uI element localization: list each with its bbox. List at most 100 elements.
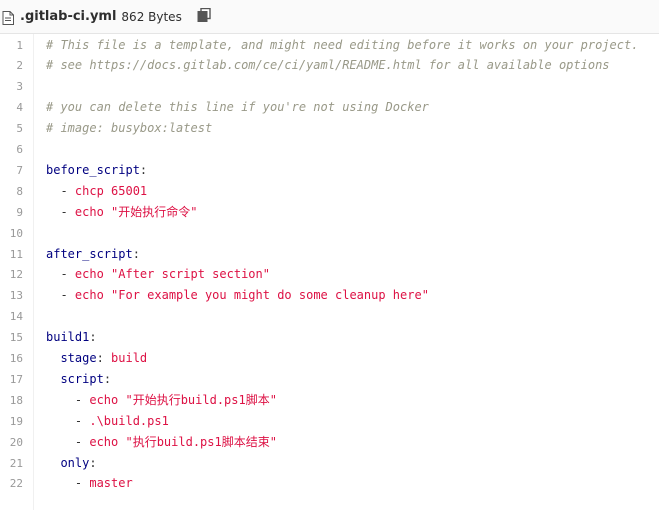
line-content: - echo "开始执行命令" xyxy=(46,202,197,223)
line-number[interactable]: 20 xyxy=(0,432,23,453)
line-content: - .\build.ps1 xyxy=(46,411,169,432)
line-content: only: xyxy=(46,453,97,474)
yaml-colon: : xyxy=(89,330,97,345)
line-number[interactable]: 17 xyxy=(0,369,23,390)
line-number[interactable]: 6 xyxy=(0,139,23,160)
line-number[interactable]: 12 xyxy=(0,264,23,285)
list-dash: - xyxy=(60,183,75,198)
code-line: 6 xyxy=(0,139,659,160)
line-number[interactable]: 3 xyxy=(0,76,23,97)
yaml-key: script xyxy=(60,371,104,386)
code-comment: # you can delete this line if you're not… xyxy=(46,100,429,115)
line-content: - echo "For example you might do some cl… xyxy=(46,285,429,306)
line-content: build1: xyxy=(46,327,97,348)
line-number[interactable]: 22 xyxy=(0,473,23,494)
code-line: 17 script: xyxy=(0,369,659,390)
line-number[interactable]: 15 xyxy=(0,327,23,348)
yaml-colon: : xyxy=(139,162,148,177)
yaml-value: build xyxy=(111,351,148,365)
file-size: 862 Bytes xyxy=(121,9,182,24)
code-line: 10 xyxy=(0,223,659,244)
code-line: 2 # see https://docs.gitlab.com/ce/ci/yam… xyxy=(0,55,659,76)
line-content: - echo "After script section" xyxy=(46,264,270,285)
line-number[interactable]: 9 xyxy=(0,202,23,223)
code-line: 18 - echo "开始执行build.ps1脚本" xyxy=(0,390,659,411)
code-line: 8 - chcp 65001 xyxy=(0,181,659,202)
line-content: # see https://docs.gitlab.com/ce/ci/yaml… xyxy=(46,55,610,76)
line-number[interactable]: 19 xyxy=(0,411,23,432)
code-line: 5 # image: busybox:latest xyxy=(0,118,659,139)
line-content: # This file is a template, and might nee… xyxy=(46,35,638,56)
code-line: 7 before_script: xyxy=(0,160,659,181)
code-line: 19 - .\build.ps1 xyxy=(0,411,659,432)
code-viewer[interactable]: 1 # This file is a template, and might ne… xyxy=(0,34,659,510)
copy-file-path-button[interactable] xyxy=(196,7,212,26)
yaml-key: only xyxy=(60,455,90,470)
line-number[interactable]: 7 xyxy=(0,160,23,181)
yaml-value: echo "执行build.ps1脚本结束" xyxy=(89,434,277,449)
line-content: after_script: xyxy=(46,244,140,265)
line-number[interactable]: 8 xyxy=(0,181,23,202)
line-number[interactable]: 11 xyxy=(0,244,23,265)
yaml-key: before_script xyxy=(46,162,140,177)
line-content: stage: build xyxy=(46,348,147,369)
code-comment: # see https://docs.gitlab.com/ce/ci/yaml… xyxy=(46,58,610,73)
code-line: 12 - echo "After script section" xyxy=(0,264,659,285)
line-content: - echo "执行build.ps1脚本结束" xyxy=(46,432,277,453)
code-comment: # This file is a template, and might nee… xyxy=(46,37,639,52)
line-number[interactable]: 21 xyxy=(0,453,23,474)
yaml-value: echo "For example you might do some clea… xyxy=(74,288,429,303)
yaml-colon: : xyxy=(96,351,112,365)
yaml-value: chcp 65001 xyxy=(74,183,148,198)
line-number[interactable]: 16 xyxy=(0,348,23,369)
file-icon xyxy=(2,10,14,25)
code-line: 13 - echo "For example you might do some… xyxy=(0,285,659,306)
yaml-colon: : xyxy=(103,371,112,386)
yaml-colon: : xyxy=(89,455,97,470)
list-dash: - xyxy=(74,413,90,428)
yaml-key: after_script xyxy=(46,246,133,261)
yaml-colon: : xyxy=(132,246,140,261)
line-number[interactable]: 1 xyxy=(0,35,23,56)
line-number[interactable]: 5 xyxy=(0,118,23,139)
code-line: 15 build1: xyxy=(0,327,659,348)
line-number[interactable]: 14 xyxy=(0,306,23,327)
yaml-value: echo "After script section" xyxy=(74,267,270,282)
yaml-value: master xyxy=(89,476,133,491)
line-content: - echo "开始执行build.ps1脚本" xyxy=(46,390,277,411)
code-line: 11 after_script: xyxy=(0,244,659,265)
file-name[interactable]: .gitlab-ci.yml xyxy=(20,9,116,24)
line-number[interactable]: 2 xyxy=(0,55,23,76)
yaml-value: echo "开始执行build.ps1脚本" xyxy=(89,392,277,407)
code-comment: # image: busybox:latest xyxy=(46,121,213,136)
yaml-value: echo "开始执行命令" xyxy=(74,204,198,219)
line-content: - master xyxy=(46,473,133,494)
line-content: # image: busybox:latest xyxy=(46,118,212,139)
line-number[interactable]: 18 xyxy=(0,390,23,411)
list-dash: - xyxy=(74,476,90,491)
line-number[interactable]: 10 xyxy=(0,223,23,244)
code-line: 20 - echo "执行build.ps1脚本结束" xyxy=(0,432,659,453)
file-header: .gitlab-ci.yml 862 Bytes xyxy=(0,0,659,34)
line-content: script: xyxy=(46,369,111,390)
code-line: 4 # you can delete this line if you're no… xyxy=(0,97,659,118)
line-number[interactable]: 13 xyxy=(0,285,23,306)
code-line: 9 - echo "开始执行命令" xyxy=(0,202,659,223)
list-dash: - xyxy=(60,288,75,303)
code-line: 22 - master xyxy=(0,473,659,494)
copy-icon xyxy=(197,7,211,26)
list-dash: - xyxy=(74,392,90,407)
line-content: - chcp 65001 xyxy=(46,181,147,202)
line-number[interactable]: 4 xyxy=(0,97,23,118)
list-dash: - xyxy=(60,267,75,282)
